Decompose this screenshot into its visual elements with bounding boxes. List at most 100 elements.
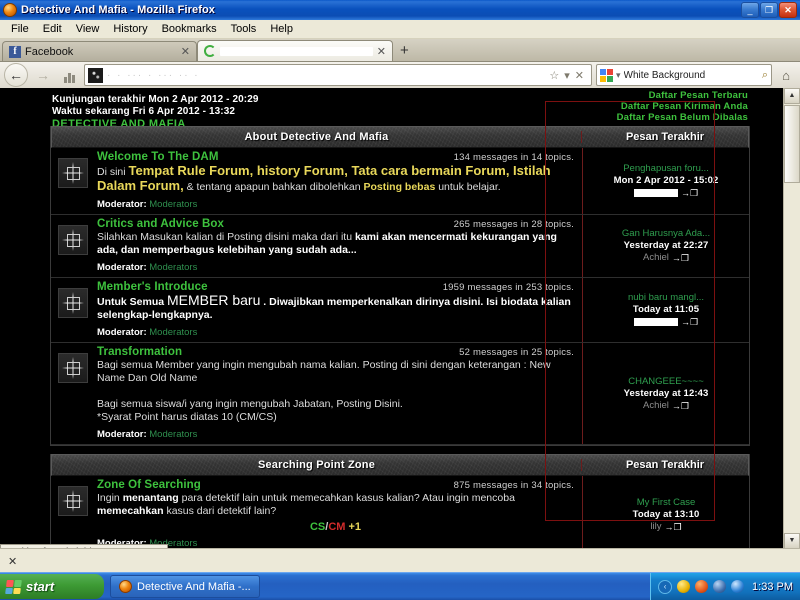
forum-status-icon xyxy=(58,353,88,383)
category-title: Searching Point Zone xyxy=(257,459,376,471)
menu-item-view[interactable]: View xyxy=(69,22,107,36)
moderator-link[interactable]: Moderators xyxy=(149,429,197,440)
search-icon[interactable]: ⌕ xyxy=(762,69,768,82)
forum-moderator: Moderator: Moderators xyxy=(97,199,574,210)
url-input[interactable]: · · ··· · ··· ·· · xyxy=(107,70,541,81)
network-icon[interactable] xyxy=(713,580,727,593)
moderator-link[interactable]: Moderators xyxy=(149,327,197,338)
windows-flag-icon xyxy=(5,579,22,594)
status-close-icon[interactable]: ✕ xyxy=(0,555,25,568)
forum-row[interactable]: Critics and Advice Box 265 messages in 28… xyxy=(51,215,749,278)
forum-info: Transformation 52 messages in 25 topics. B… xyxy=(95,343,583,444)
last-post-author: →❐ xyxy=(587,187,745,199)
goto-last-post-icon[interactable]: →❐ xyxy=(665,521,682,533)
close-button[interactable]: ✕ xyxy=(779,2,797,18)
window-title-bar: Detective And Mafia - Mozilla Firefox _ … xyxy=(0,0,800,20)
forum-description: Di sini Tempat Rule Forum, history Forum… xyxy=(97,163,551,193)
page-scrollbar[interactable]: ▲ ▼ xyxy=(783,88,800,549)
forum-status-icon xyxy=(58,288,88,318)
link-unanswered-messages[interactable]: Daftar Pesan Belum Dibalas xyxy=(617,112,748,123)
antivirus-icon[interactable] xyxy=(695,580,709,593)
moderator-label: Moderator: xyxy=(97,262,147,273)
menu-item-help[interactable]: Help xyxy=(263,22,300,36)
link-sent-messages[interactable]: Daftar Pesan Kiriman Anda xyxy=(617,101,748,112)
forum-name-link[interactable]: Critics and Advice Box xyxy=(97,218,446,230)
forum-name-link[interactable]: Welcome To The DAM xyxy=(97,151,446,163)
window-controls: _ ❐ ✕ xyxy=(741,2,797,18)
forum-name-link[interactable]: Member's Introduce xyxy=(97,281,435,293)
taskbar-item-firefox[interactable]: Detective And Mafia -... xyxy=(110,575,260,598)
forum-name-link[interactable]: Zone Of Searching xyxy=(97,479,446,491)
stats-bars-icon[interactable] xyxy=(58,63,80,87)
show-hidden-icons-icon[interactable]: ‹ xyxy=(658,579,673,594)
last-post-cell: My First Case Today at 13:10 lily →❐ xyxy=(583,476,749,549)
forum-row[interactable]: Zone Of Searching 875 messages in 34 topi… xyxy=(51,476,749,549)
last-post-topic-link[interactable]: Penghapusan foru... xyxy=(587,163,745,175)
menu-item-bookmarks[interactable]: Bookmarks xyxy=(155,22,224,36)
goto-last-post-icon[interactable]: →❐ xyxy=(672,252,689,264)
moderator-link[interactable]: Moderators xyxy=(149,262,197,273)
volume-icon[interactable] xyxy=(731,580,745,593)
forum-category-list: About Detective And Mafia Pesan Terakhir W… xyxy=(40,126,760,549)
last-post-date: Yesterday at 12:43 xyxy=(623,387,709,399)
tab-label: Facebook xyxy=(25,45,74,58)
tab-close-icon[interactable]: ✕ xyxy=(181,45,190,58)
back-button[interactable]: ← xyxy=(4,63,28,87)
forum-info: Member's Introduce 1959 messages in 253 t… xyxy=(95,278,583,342)
forum-description: Silahkan Masukan kalian di Posting disin… xyxy=(97,231,557,256)
scroll-up-button[interactable]: ▲ xyxy=(784,88,800,104)
search-bar[interactable]: ▾ White Background ⌕ xyxy=(596,64,772,86)
goto-last-post-icon[interactable]: →❐ xyxy=(681,316,698,328)
tab-facebook[interactable]: f Facebook ✕ xyxy=(2,41,197,61)
forum-description: Ingin menantang para detektif lain untuk… xyxy=(97,492,515,517)
menu-item-history[interactable]: History xyxy=(106,22,154,36)
google-icon[interactable] xyxy=(600,68,613,82)
last-post-user[interactable]: lily xyxy=(650,521,661,533)
forum-status-icon-cell xyxy=(51,148,95,214)
last-post-topic-link[interactable]: nubi baru mangl... xyxy=(587,292,745,304)
menu-item-file[interactable]: File xyxy=(4,22,36,36)
moderator-label: Moderator: xyxy=(97,327,147,338)
chevron-down-icon[interactable]: ▾ xyxy=(564,69,570,82)
link-latest-messages[interactable]: Daftar Pesan Terbaru xyxy=(617,90,748,101)
last-post-user[interactable]: Achiel xyxy=(643,252,669,264)
forum-name-link[interactable]: Transformation xyxy=(97,346,451,358)
menu-item-tools[interactable]: Tools xyxy=(224,22,264,36)
scrollbar-thumb[interactable] xyxy=(784,105,800,183)
cs-label: CS xyxy=(309,521,326,533)
last-post-topic-link[interactable]: Gan Harusnya Ada... xyxy=(587,228,745,240)
forum-row[interactable]: Welcome To The DAM 134 messages in 14 top… xyxy=(51,148,749,215)
last-post-cell: CHANGEEE~~~~ Yesterday at 12:43 Achiel →❐ xyxy=(583,343,749,444)
forward-button[interactable]: → xyxy=(32,64,54,86)
last-post-user[interactable]: Achiel xyxy=(643,400,669,412)
last-post-topic-link[interactable]: My First Case xyxy=(587,497,745,509)
url-bar-icons: ☆ ▾ ✕ xyxy=(545,69,588,82)
start-button[interactable]: start xyxy=(0,574,104,599)
security-alert-icon[interactable] xyxy=(677,580,691,593)
moderator-link[interactable]: Moderators xyxy=(149,199,197,210)
tab-detective-and-mafia[interactable]: ✕ xyxy=(197,40,393,61)
firefox-icon xyxy=(3,3,17,17)
forum-row[interactable]: Member's Introduce 1959 messages in 253 t… xyxy=(51,278,749,343)
last-post-author: Achiel →❐ xyxy=(587,400,745,412)
scroll-down-button[interactable]: ▼ xyxy=(784,533,800,549)
new-tab-button[interactable]: + xyxy=(393,41,416,61)
maximize-button[interactable]: ❐ xyxy=(760,2,778,18)
start-label: start xyxy=(26,579,55,594)
bookmark-star-icon[interactable]: ☆ xyxy=(549,69,559,82)
tab-close-icon[interactable]: ✕ xyxy=(377,45,386,58)
chevron-down-icon[interactable]: ▾ xyxy=(616,70,621,81)
home-button[interactable]: ⌂ xyxy=(776,65,796,85)
menu-item-edit[interactable]: Edit xyxy=(36,22,69,36)
minimize-button[interactable]: _ xyxy=(741,2,759,18)
last-post-column-header: Pesan Terakhir xyxy=(581,131,748,143)
url-bar[interactable]: · · ··· · ··· ·· · ☆ ▾ ✕ xyxy=(84,64,592,86)
last-post-topic-link[interactable]: CHANGEEE~~~~ xyxy=(587,376,745,388)
stop-loading-icon[interactable]: ✕ xyxy=(575,69,584,82)
goto-last-post-icon[interactable]: →❐ xyxy=(672,400,689,412)
points-badge: CS/CM +1 xyxy=(97,521,574,533)
goto-last-post-icon[interactable]: →❐ xyxy=(681,187,698,199)
forum-row[interactable]: Transformation 52 messages in 25 topics. B… xyxy=(51,343,749,445)
clock[interactable]: 1:33 PM xyxy=(752,581,793,593)
search-input[interactable]: White Background xyxy=(624,70,759,81)
